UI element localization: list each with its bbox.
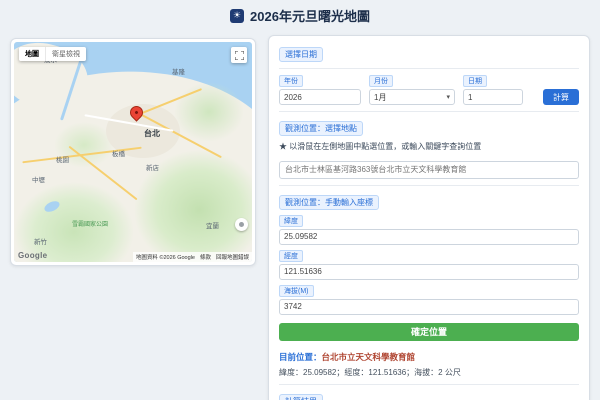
- year-field-group: 年份: [279, 75, 361, 105]
- compass-icon: [239, 222, 244, 227]
- compass-control[interactable]: [235, 218, 248, 231]
- google-map[interactable]: 淡水 基隆 台北 板橋 新店 桃園 中壢 宜蘭 新竹 雪霸國家公園 地圖 衛星檢…: [14, 42, 252, 262]
- map-view-button[interactable]: 地圖: [19, 47, 45, 61]
- current-location-line: 目前位置：台北市立天文科學教育館: [279, 351, 579, 363]
- divider: [279, 68, 579, 69]
- control-panel: 選擇日期 年份 月份 1月 ▾ 日期 計算 觀測位置：選擇地點 ★ 以滑鼠在左側…: [268, 35, 590, 400]
- map-label-taipei: 台北: [144, 129, 160, 138]
- altitude-label: 海拔(M): [279, 284, 314, 297]
- map-label-zhongli: 中壢: [32, 177, 45, 184]
- map-attribution: 地圖資料 ©2026 Google 條款 回報地圖錯誤: [132, 252, 252, 262]
- report-error-link[interactable]: 回報地圖錯誤: [216, 253, 249, 261]
- current-location-details: 緯度：25.09582；經度：121.51636；海拔：2 公尺: [279, 367, 461, 377]
- map-label-keelung: 基隆: [172, 69, 185, 76]
- section-title-results: 計算結果: [279, 393, 323, 400]
- longitude-field-group: 經度: [279, 249, 579, 280]
- map-label-park: 雪霸國家公園: [72, 222, 109, 228]
- current-location-label: 目前位置：: [279, 351, 322, 362]
- latitude-input[interactable]: [279, 228, 579, 245]
- place-search-input[interactable]: [279, 160, 579, 179]
- current-location-name: 台北市立天文科學教育館: [321, 351, 416, 362]
- app-logo-icon: ☀: [230, 8, 245, 23]
- month-select[interactable]: 1月 ▾: [369, 89, 455, 105]
- place-hint-text: ★ 以滑鼠在左側地圖中點選位置，或輸入關鍵字查詢位置: [279, 142, 482, 151]
- map-card: 淡水 基隆 台北 板橋 新店 桃園 中壢 宜蘭 新竹 雪霸國家公園 地圖 衛星檢…: [10, 38, 256, 266]
- map-label-yilan: 宜蘭: [206, 223, 219, 230]
- calculate-button[interactable]: 計算: [543, 89, 579, 105]
- divider: [279, 184, 579, 186]
- divider: [279, 383, 579, 385]
- date-fields-row: 年份 月份 1月 ▾ 日期 計算: [279, 75, 579, 105]
- latitude-label: 緯度: [279, 214, 303, 227]
- google-logo: Google: [18, 251, 48, 260]
- divider: [279, 111, 579, 112]
- terms-link[interactable]: 條款: [200, 253, 211, 261]
- page: ☀ 2026年元旦曙光地圖 淡水 基隆 台北 板橋 新店 桃園 中壢: [0, 0, 600, 400]
- map-hills-northeast: [174, 82, 244, 142]
- map-label-xindian: 新店: [146, 165, 159, 172]
- longitude-input[interactable]: [279, 263, 579, 280]
- fullscreen-button[interactable]: [231, 47, 247, 63]
- confirm-location-button[interactable]: 確定位置: [279, 322, 579, 341]
- map-label-taoyuan: 桃園: [56, 157, 69, 164]
- map-type-control: 地圖 衛星檢視: [19, 47, 86, 61]
- fullscreen-icon: [234, 50, 244, 60]
- section-title-date: 選擇日期: [279, 47, 323, 62]
- page-header: ☀ 2026年元旦曙光地圖: [0, 6, 600, 25]
- latitude-field-group: 緯度: [279, 214, 579, 245]
- altitude-input[interactable]: [279, 298, 579, 315]
- month-label: 月份: [369, 75, 393, 87]
- month-selected-value: 1月: [374, 92, 387, 102]
- year-label: 年份: [279, 75, 303, 87]
- satellite-view-button[interactable]: 衛星檢視: [45, 47, 86, 61]
- section-title-place: 觀測位置：選擇地點: [279, 121, 363, 136]
- page-title: 2026年元旦曙光地圖: [250, 9, 370, 24]
- day-field-group: 日期: [463, 75, 523, 105]
- attribution-text: 地圖資料 ©2026 Google: [135, 255, 195, 261]
- month-field-group: 月份 1月 ▾: [369, 75, 455, 105]
- map-label-banqiao: 板橋: [112, 151, 125, 158]
- chevron-down-icon: ▾: [446, 94, 450, 101]
- longitude-label: 經度: [279, 249, 303, 262]
- section-title-coords: 觀測位置：手動輸入座標: [279, 194, 379, 210]
- year-input[interactable]: [279, 89, 361, 105]
- day-label: 日期: [463, 75, 487, 87]
- map-label-hsinchu: 新竹: [34, 239, 47, 246]
- altitude-field-group: 海拔(M): [279, 284, 579, 315]
- day-input[interactable]: [463, 89, 523, 105]
